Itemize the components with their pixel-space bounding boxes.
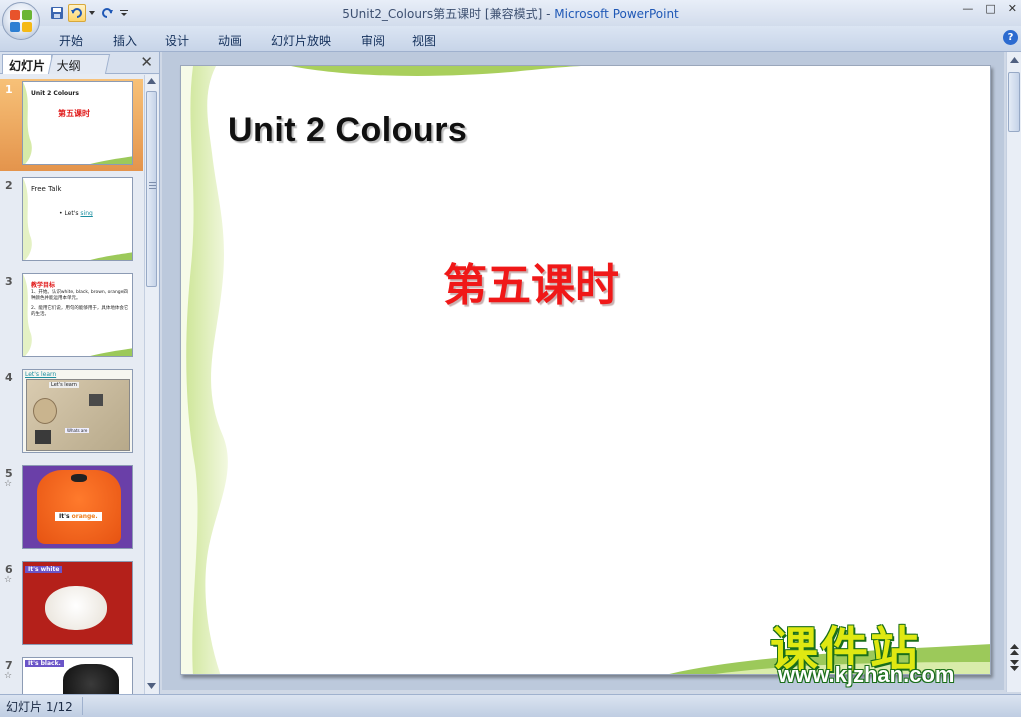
thumb-caption: It's black.	[25, 660, 64, 667]
thumb-bullet-text: • Let's	[59, 210, 81, 217]
thumbnail-preview: Free Talk • Let's sing	[22, 177, 133, 261]
thumb-caption: It's orange.	[55, 512, 102, 521]
thumb-color-word: white	[40, 566, 60, 573]
slide-thumbnail-1[interactable]: 1 Unit 2 Colours 第五课时	[0, 79, 143, 171]
thumb-caption-text: It's	[59, 513, 72, 520]
thumbnail-preview: 教学目标 1、开始。认识white, black, brown, orange四…	[22, 273, 133, 357]
thumbnail-preview: It's white	[22, 561, 133, 645]
status-divider	[82, 697, 83, 715]
panel-tabs: 幻灯片 大纲 ✕	[0, 52, 159, 74]
help-icon[interactable]: ?	[1003, 30, 1018, 45]
panel-close-icon[interactable]: ✕	[140, 53, 153, 71]
thumb-photo-label: Let's learn	[49, 382, 79, 388]
slide-thumbnail-3[interactable]: 3 教学目标 1、开始。认识white, black, brown, orang…	[0, 271, 143, 363]
thumb-line-1: 1、开始。认识white, black, brown, orange四种颜色并能…	[31, 290, 128, 301]
thumb-line-2: 2、能用它们说，用句的能够用于，具体地体会它的生活。	[31, 306, 129, 317]
thumb-link: sing	[80, 210, 93, 217]
tab-outline-label: 大纲	[56, 59, 81, 73]
slide-thumbnail-7[interactable]: 7 ☆ It's black.	[0, 655, 143, 694]
thumbnail-list: 1 Unit 2 Colours 第五课时 2 Free Talk • Let'…	[0, 75, 143, 694]
slide-number: 2	[5, 179, 13, 192]
object-image	[35, 430, 51, 444]
current-slide[interactable]: Unit 2 Colours 第五课时	[180, 65, 991, 675]
title-separator: -	[542, 7, 555, 21]
thumb-caption-text: It's	[28, 660, 41, 667]
window-controls: — □ ✕	[962, 2, 1017, 15]
window-title: 5Unit2_Colours第五课时 [兼容模式] - Microsoft Po…	[0, 5, 1021, 22]
animation-star-icon: ☆	[4, 479, 13, 489]
thumb-color-word: black.	[40, 660, 61, 667]
slide-thumbnail-2[interactable]: 2 Free Talk • Let's sing	[0, 175, 143, 267]
thumbnail-preview: It's orange.	[22, 465, 133, 549]
thumbnail-preview: It's black.	[22, 657, 133, 694]
scrollbar-thumb[interactable]	[146, 91, 157, 287]
white-puppy-image	[45, 586, 107, 630]
tab-view[interactable]: 视图	[412, 32, 436, 49]
restore-button[interactable]: □	[985, 2, 995, 15]
slide-scrollbar[interactable]	[1006, 52, 1021, 692]
thumb-title: Let's learn	[25, 371, 57, 378]
tab-insert[interactable]: 插入	[113, 32, 137, 49]
tab-review[interactable]: 审阅	[361, 32, 385, 49]
bow-image	[71, 474, 87, 482]
document-name: 5Unit2_Colours第五课时 [兼容模式]	[342, 7, 543, 21]
thumb-title: Free Talk	[31, 185, 62, 193]
tab-animations[interactable]: 动画	[218, 32, 242, 49]
thumbnail-preview: Unit 2 Colours 第五课时	[22, 81, 133, 165]
thumb-subtitle: 第五课时	[58, 109, 90, 118]
watermark-url: www.kjzhan.com	[778, 662, 955, 687]
status-bar: 幻灯片 1/12	[0, 694, 1021, 717]
scroll-down-icon[interactable]	[147, 683, 156, 689]
slide-thumbnail-4[interactable]: 4 Let's learn Let's learn Whats are	[0, 367, 143, 459]
thumb-note: Whats are	[65, 428, 90, 433]
close-button[interactable]: ✕	[1008, 2, 1017, 15]
slide-subtitle[interactable]: 第五课时	[443, 249, 619, 313]
next-slide-icon[interactable]	[1010, 660, 1019, 672]
black-object-image	[63, 664, 119, 694]
title-bar: 5Unit2_Colours第五课时 [兼容模式] - Microsoft Po…	[0, 0, 1021, 26]
slide-editing-area: Unit 2 Colours 第五课时	[162, 52, 1004, 690]
thumb-title: 教学目标	[31, 282, 56, 289]
watermark-logo: 课件站 www.kjzhan.com	[770, 610, 1010, 690]
thumb-bullet: • Let's sing	[59, 210, 93, 217]
slide-title[interactable]: Unit 2 Colours	[228, 111, 467, 150]
tab-design[interactable]: 设计	[165, 32, 189, 49]
office-logo-icon	[10, 10, 32, 32]
previous-slide-icon[interactable]	[1010, 644, 1019, 656]
thumb-caption: It's white	[25, 566, 63, 573]
scroll-up-icon[interactable]	[1010, 57, 1019, 63]
office-button[interactable]	[2, 2, 40, 40]
minimize-button[interactable]: —	[962, 2, 973, 15]
ribbon-tabs: 开始 插入 设计 动画 幻灯片放映 审阅 视图 ?	[0, 26, 1021, 52]
slide-number: 1	[5, 83, 13, 96]
thumbnail-scrollbar[interactable]	[144, 75, 158, 694]
teddy-bear-image	[33, 398, 57, 424]
slide-thumbnail-6[interactable]: 6 ☆ It's white	[0, 559, 143, 651]
thumb-title: Unit 2 Colours	[31, 90, 79, 97]
tab-slide-show[interactable]: 幻灯片放映	[271, 32, 331, 49]
tab-home[interactable]: 开始	[59, 32, 83, 49]
slide-number: 4	[5, 371, 13, 384]
scroll-up-icon[interactable]	[147, 78, 156, 84]
scrollbar-thumb[interactable]	[1008, 72, 1020, 132]
thumb-color-word: orange.	[71, 513, 98, 520]
animation-star-icon: ☆	[4, 575, 13, 585]
tab-slides[interactable]: 幻灯片	[2, 54, 53, 74]
slide-number: 3	[5, 275, 13, 288]
leaf-background-decoration	[181, 66, 990, 674]
tab-outline[interactable]: 大纲	[47, 54, 111, 74]
slide-counter: 幻灯片 1/12	[6, 700, 73, 714]
thumb-photo: Let's learn Whats are	[26, 379, 130, 451]
slides-panel: 幻灯片 大纲 ✕ 1 Unit 2 Colours 第五课时 2 Free Ta…	[0, 52, 160, 694]
object-image	[89, 394, 103, 406]
thumbnail-preview: Let's learn Let's learn Whats are	[22, 369, 133, 453]
thumb-caption-text: It's	[28, 566, 41, 573]
application-name: Microsoft PowerPoint	[554, 7, 679, 21]
animation-star-icon: ☆	[4, 671, 13, 681]
grip-icon	[149, 182, 156, 189]
slide-thumbnail-5[interactable]: 5 ☆ It's orange.	[0, 463, 143, 555]
